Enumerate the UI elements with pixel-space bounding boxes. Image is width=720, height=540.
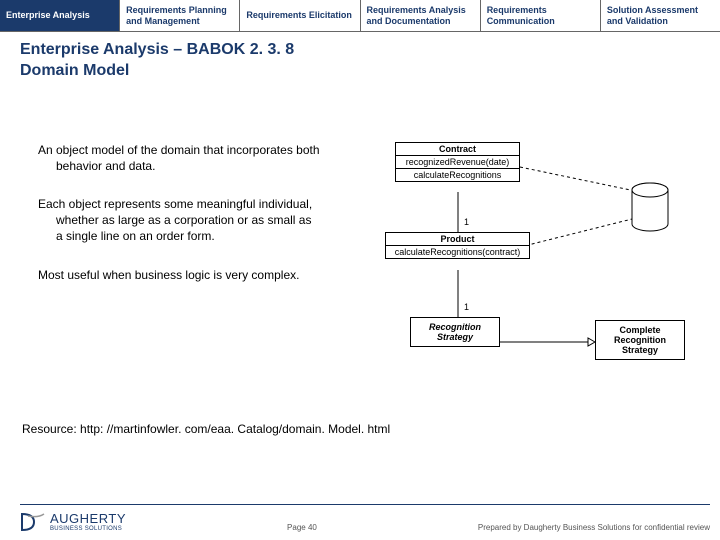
uml-product-method-1: calculateRecognitions(contract) [386,246,529,258]
page-number: Page 40 [287,523,317,532]
paragraph-1: An object model of the domain that incor… [20,142,320,174]
logo-mark-icon [20,512,46,532]
paragraph-2: Each object represents some meaningful i… [20,196,320,245]
paragraph-3: Most useful when business logic is very … [20,267,320,283]
multiplicity-2: 1 [464,302,469,312]
uml-product-title: Product [386,233,529,246]
uml-contract-box: Contract recognizedRevenue(date) calcula… [395,142,520,182]
diagram-connectors [340,142,700,402]
uml-recognition-box: Recognition Strategy [410,317,500,347]
logo-subtitle: BUSINESS SOLUTIONS [50,526,126,532]
tab-requirements-planning[interactable]: Requirements Planning and Management [120,0,240,31]
title-line-1: Enterprise Analysis – BABOK 2. 3. 8 [20,41,294,58]
tab-label: Requirements Planning and Management [126,5,233,27]
diagram-column: Contract recognizedRevenue(date) calcula… [340,142,700,402]
footer-confidential: Prepared by Daugherty Business Solutions… [478,523,710,532]
database-icon [630,182,670,232]
multiplicity-1: 1 [464,217,469,227]
tab-label: Solution Assessment and Validation [607,5,714,27]
uml-diagram: Contract recognizedRevenue(date) calcula… [340,142,700,402]
uml-complete-title: Complete Recognition Strategy [598,325,682,355]
title-line-2: Domain Model [20,62,129,79]
slide-title: Enterprise Analysis – BABOK 2. 3. 8 Doma… [20,40,700,82]
tab-requirements-elicitation[interactable]: Requirements Elicitation [240,0,360,31]
company-logo: AUGHERTY BUSINESS SOLUTIONS [20,511,126,532]
uml-recognition-title: Recognition Strategy [413,322,497,342]
uml-contract-method-1: recognizedRevenue(date) [396,156,519,169]
tab-requirements-communication[interactable]: Requirements Communication [481,0,601,31]
tab-label: Requirements Communication [487,5,594,27]
tab-label: Enterprise Analysis [6,10,90,21]
tab-enterprise-analysis[interactable]: Enterprise Analysis [0,0,120,31]
tab-solution-assessment[interactable]: Solution Assessment and Validation [601,0,720,31]
nav-tabs: Enterprise Analysis Requirements Plannin… [0,0,720,32]
uml-complete-recognition-box: Complete Recognition Strategy [595,320,685,360]
tab-requirements-analysis[interactable]: Requirements Analysis and Documentation [361,0,481,31]
slide-content: Enterprise Analysis – BABOK 2. 3. 8 Doma… [0,32,720,436]
uml-contract-method-2: calculateRecognitions [396,169,519,181]
resource-link: Resource: http: //martinfowler. com/eaa.… [22,422,700,436]
body-row: An object model of the domain that incor… [20,142,700,402]
text-column: An object model of the domain that incor… [20,142,320,402]
uml-product-box: Product calculateRecognitions(contract) [385,232,530,259]
slide-footer: AUGHERTY BUSINESS SOLUTIONS Page 40 Prep… [20,504,710,532]
logo-text: AUGHERTY [50,511,126,526]
uml-contract-title: Contract [396,143,519,156]
tab-label: Requirements Elicitation [246,10,352,21]
tab-label: Requirements Analysis and Documentation [367,5,474,27]
